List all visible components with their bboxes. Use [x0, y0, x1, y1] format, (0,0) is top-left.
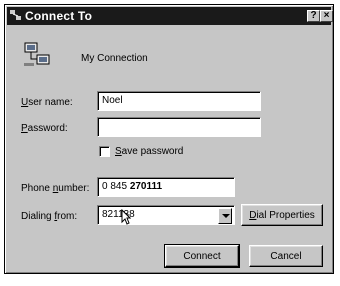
phone-number-field[interactable]: 0 845 270111 — [97, 177, 235, 197]
cancel-button[interactable]: Cancel — [249, 245, 323, 267]
dialing-from-select[interactable]: 821138 — [97, 205, 235, 225]
password-label: Password: — [21, 123, 68, 134]
phone-number-text: 0 845 — [102, 181, 130, 192]
save-password-label: Save password — [115, 146, 184, 157]
connect-to-dialog: Connect To ? × My Connection User name: … — [4, 4, 334, 274]
phone-number-selected-text: 270111 — [129, 181, 163, 192]
chevron-down-icon — [222, 214, 230, 218]
dialing-from-label: Dialing from: — [21, 211, 78, 222]
title-bar: Connect To ? × — [7, 7, 333, 25]
dialing-from-dropdown-button[interactable] — [218, 208, 232, 224]
password-field[interactable] — [97, 117, 261, 137]
connection-name: My Connection — [81, 53, 148, 64]
close-button[interactable]: × — [320, 10, 333, 22]
dial-up-connection-icon — [24, 42, 50, 66]
computer-network-icon — [10, 10, 21, 20]
help-button[interactable]: ? — [307, 10, 320, 22]
user-name-label: User name: — [21, 97, 73, 108]
user-name-field[interactable]: Noel — [97, 91, 261, 111]
connect-button[interactable]: Connect — [164, 244, 240, 268]
phone-number-label: Phone number: — [21, 183, 90, 194]
help-icon: ? — [310, 10, 317, 21]
window-title: Connect To — [25, 9, 93, 23]
mouse-cursor-icon — [121, 209, 131, 225]
dial-properties-button[interactable]: Dial Properties — [241, 204, 323, 226]
save-password-checkbox[interactable] — [99, 146, 110, 157]
close-icon: × — [323, 10, 330, 21]
